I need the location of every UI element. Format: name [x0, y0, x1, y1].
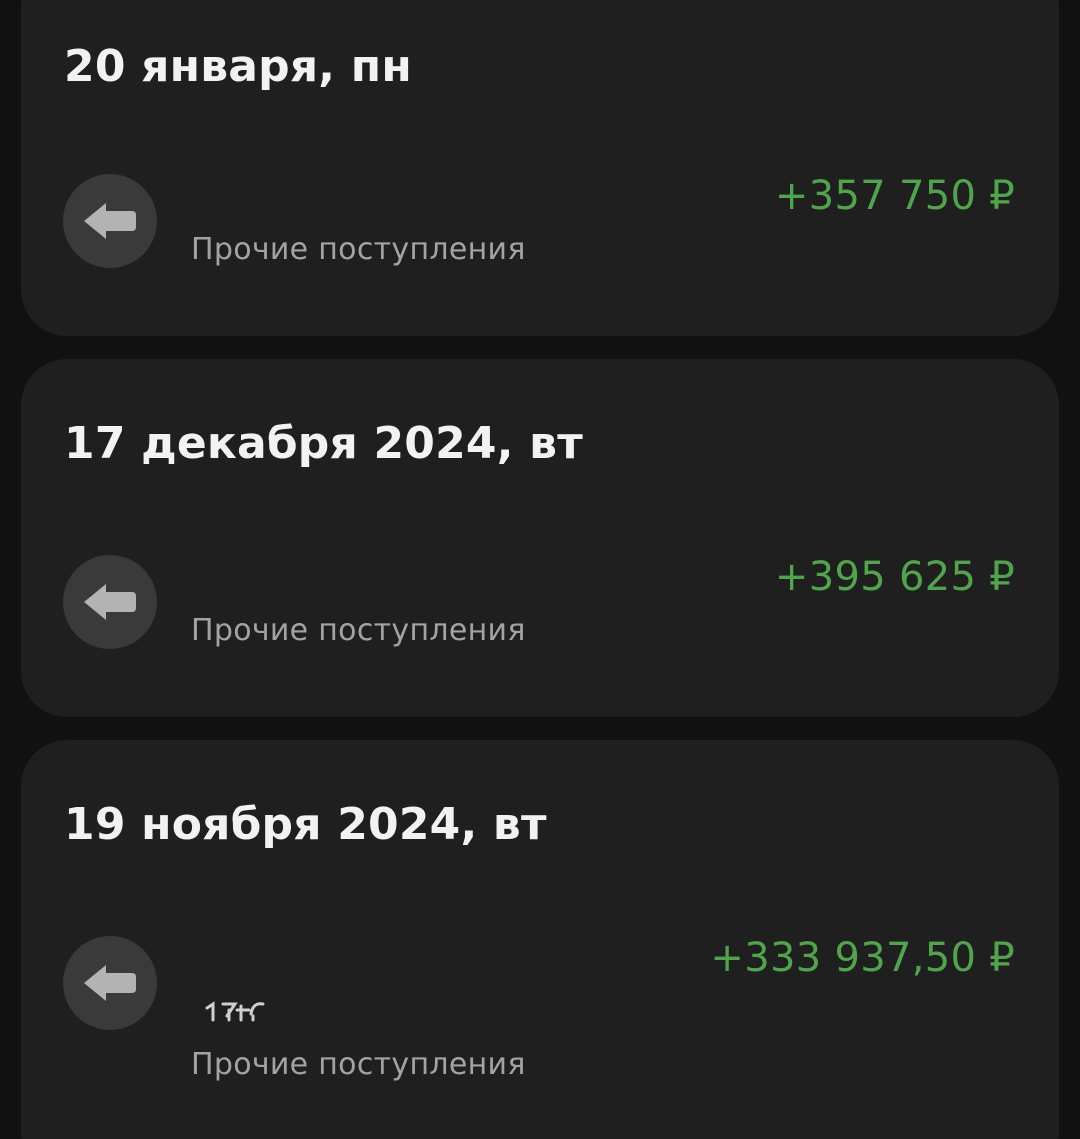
operation-group-card: 17 декабря 2024, вт +395 625 ₽ Прочие по…: [21, 359, 1059, 717]
operations-history-screen: 20 января, пн +357 750 ₽ Прочие поступле…: [0, 0, 1080, 1139]
operation-category: Прочие поступления: [191, 1047, 526, 1082]
operation-date-heading: 17 декабря 2024, вт: [64, 418, 583, 469]
operation-category: Прочие поступления: [191, 613, 526, 648]
operation-category: Прочие поступления: [191, 232, 526, 267]
redacted-text-scribble: [205, 1001, 265, 1022]
operation-group-card: 20 января, пн +357 750 ₽ Прочие поступле…: [21, 0, 1059, 336]
operation-amount: +395 625 ₽: [774, 554, 1015, 600]
operation-date-heading: 19 ноября 2024, вт: [64, 799, 547, 850]
arrow-left-icon: [63, 174, 157, 268]
operation-amount: +357 750 ₽: [774, 173, 1015, 219]
arrow-left-icon: [63, 936, 157, 1030]
operation-date-heading: 20 января, пн: [64, 41, 412, 92]
operation-amount: +333 937,50 ₽: [710, 935, 1015, 981]
arrow-left-icon: [63, 555, 157, 649]
operation-group-card: 19 ноября 2024, вт +333 937,50 ₽ Прочие …: [21, 740, 1059, 1139]
